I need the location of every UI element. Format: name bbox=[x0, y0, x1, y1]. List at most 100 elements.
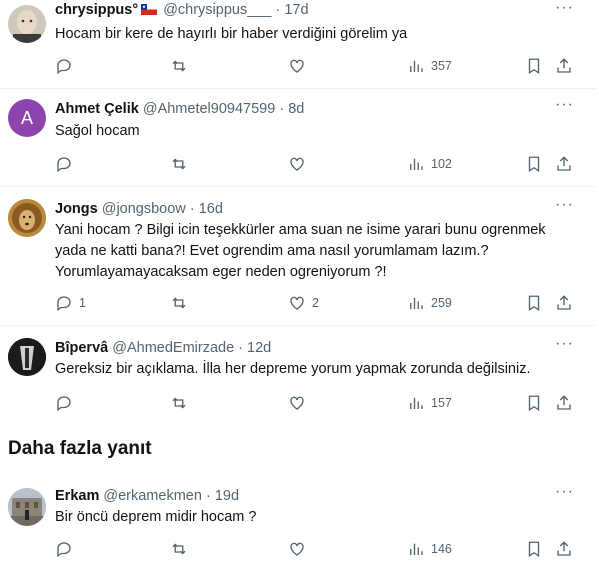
more-options-button[interactable]: ··· bbox=[555, 97, 574, 113]
action-bar: 157 bbox=[55, 392, 580, 414]
reply-icon bbox=[57, 396, 71, 412]
bookmark-button[interactable] bbox=[525, 153, 543, 175]
share-button[interactable] bbox=[555, 55, 573, 77]
heart-icon bbox=[290, 542, 304, 556]
retweet-button[interactable] bbox=[170, 153, 188, 175]
action-bar: 1 2 259 bbox=[55, 292, 580, 314]
like-count: 2 bbox=[312, 296, 319, 310]
views-icon bbox=[410, 297, 423, 309]
author-handle[interactable]: @chrysippus___ bbox=[163, 2, 271, 18]
views-icon bbox=[410, 158, 423, 170]
more-options-button[interactable]: ··· bbox=[555, 336, 574, 352]
bookmark-icon bbox=[528, 295, 540, 312]
reply-icon bbox=[57, 59, 71, 75]
author-name[interactable]: Jongs bbox=[55, 201, 98, 217]
retweet-button[interactable] bbox=[170, 55, 188, 77]
share-button[interactable] bbox=[555, 392, 573, 414]
share-icon bbox=[557, 295, 571, 310]
share-icon bbox=[557, 58, 571, 73]
retweet-button[interactable] bbox=[170, 292, 188, 314]
timestamp[interactable]: 12d bbox=[247, 340, 271, 356]
author-name[interactable]: Bîpervâ bbox=[55, 340, 108, 356]
tweet-header: Ahmet Çelik @Ahmetel90947599 · 8d bbox=[55, 101, 305, 117]
like-button[interactable] bbox=[288, 392, 306, 414]
action-bar: 146 bbox=[55, 538, 580, 560]
reply-button[interactable] bbox=[55, 392, 73, 414]
author-handle[interactable]: @AhmedEmirzade bbox=[112, 340, 234, 356]
action-bar: 357 bbox=[55, 55, 580, 77]
share-icon bbox=[557, 541, 571, 556]
reply-tweet[interactable]: Erkam @erkamekmen · 19d ··· Bir öncü dep… bbox=[0, 478, 596, 562]
author-handle[interactable]: @jongsboow bbox=[102, 201, 186, 217]
more-options-button[interactable]: ··· bbox=[555, 197, 574, 213]
retweet-icon bbox=[172, 158, 186, 170]
heart-icon bbox=[290, 59, 304, 73]
views-button[interactable]: 259 bbox=[407, 292, 452, 314]
views-button[interactable]: 102 bbox=[407, 153, 452, 175]
tweet-text: Hocam bir kere de hayırlı bir haber verd… bbox=[55, 26, 408, 42]
more-replies-heading: Daha fazla yanıt bbox=[8, 438, 152, 459]
reply-button[interactable] bbox=[55, 55, 79, 77]
bookmark-button[interactable] bbox=[525, 55, 543, 77]
timestamp[interactable]: 19d bbox=[215, 488, 239, 504]
retweet-button[interactable] bbox=[170, 538, 188, 560]
author-name[interactable]: Ahmet Çelik bbox=[55, 101, 139, 117]
reply-tweet[interactable]: Jongs @jongsboow · 16d ··· Yani hocam ? … bbox=[0, 186, 596, 326]
views-icon bbox=[410, 60, 423, 72]
avatar[interactable] bbox=[8, 488, 46, 526]
reply-tweet[interactable]: Bîpervâ @AhmedEmirzade · 12d ··· Gereksi… bbox=[0, 325, 596, 420]
reply-tweet[interactable]: A Ahmet Çelik @Ahmetel90947599 · 8d ··· … bbox=[0, 88, 596, 187]
views-icon bbox=[410, 543, 423, 555]
timestamp[interactable]: 17d bbox=[284, 2, 308, 18]
retweet-icon bbox=[172, 543, 186, 555]
tweet-header: Bîpervâ @AhmedEmirzade · 12d bbox=[55, 340, 272, 356]
avatar[interactable] bbox=[8, 338, 46, 376]
heart-icon bbox=[290, 296, 304, 310]
author-name[interactable]: chrysippus° bbox=[55, 2, 138, 18]
tweet-text: Sağol hocam bbox=[55, 123, 140, 139]
tweet-header: Erkam @erkamekmen · 19d bbox=[55, 488, 240, 504]
timestamp[interactable]: 8d bbox=[288, 101, 304, 117]
bookmark-icon bbox=[528, 395, 540, 412]
like-button[interactable] bbox=[288, 153, 306, 175]
timestamp[interactable]: 16d bbox=[199, 201, 223, 217]
tweet-header: chrysippus° @chrysippus___ · 17d bbox=[55, 2, 309, 18]
bookmark-button[interactable] bbox=[525, 292, 543, 314]
like-button[interactable] bbox=[288, 538, 306, 560]
retweet-icon bbox=[172, 297, 186, 309]
reply-icon bbox=[57, 542, 71, 558]
more-options-button[interactable]: ··· bbox=[555, 0, 574, 16]
reply-button[interactable] bbox=[55, 538, 73, 560]
avatar[interactable]: A bbox=[8, 99, 46, 137]
avatar[interactable] bbox=[8, 5, 46, 43]
avatar[interactable] bbox=[8, 199, 46, 237]
reply-tweet[interactable]: chrysippus° @chrysippus___ · 17d ··· Hoc… bbox=[0, 0, 596, 89]
reply-button[interactable] bbox=[55, 153, 73, 175]
retweet-button[interactable] bbox=[170, 392, 188, 414]
tweet-text: Gereksiz bir açıklama. İlla her depreme … bbox=[55, 361, 531, 377]
tweet-text: Bir öncü deprem midir hocam ? bbox=[55, 509, 257, 525]
more-options-button[interactable]: ··· bbox=[555, 484, 574, 500]
author-handle[interactable]: @erkamekmen bbox=[103, 488, 202, 504]
author-handle[interactable]: @Ahmetel90947599 bbox=[143, 101, 275, 117]
bookmark-button[interactable] bbox=[525, 392, 543, 414]
tweet-header: Jongs @jongsboow · 16d bbox=[55, 201, 223, 217]
reply-icon bbox=[57, 157, 71, 173]
share-button[interactable] bbox=[555, 292, 573, 314]
reply-icon bbox=[57, 296, 71, 312]
share-button[interactable] bbox=[555, 153, 573, 175]
reply-count: 1 bbox=[79, 296, 86, 310]
like-button[interactable]: 2 bbox=[288, 292, 319, 314]
views-button[interactable]: 357 bbox=[407, 55, 452, 77]
bookmark-button[interactable] bbox=[525, 538, 543, 560]
chile-flag-icon bbox=[141, 4, 158, 15]
bookmark-icon bbox=[528, 58, 540, 75]
views-button[interactable]: 157 bbox=[407, 392, 452, 414]
like-button[interactable] bbox=[288, 55, 312, 77]
bookmark-icon bbox=[528, 541, 540, 558]
author-name[interactable]: Erkam bbox=[55, 488, 99, 504]
reply-button[interactable]: 1 bbox=[55, 292, 86, 314]
views-button[interactable]: 146 bbox=[407, 538, 452, 560]
retweet-icon bbox=[172, 397, 186, 409]
share-button[interactable] bbox=[555, 538, 573, 560]
